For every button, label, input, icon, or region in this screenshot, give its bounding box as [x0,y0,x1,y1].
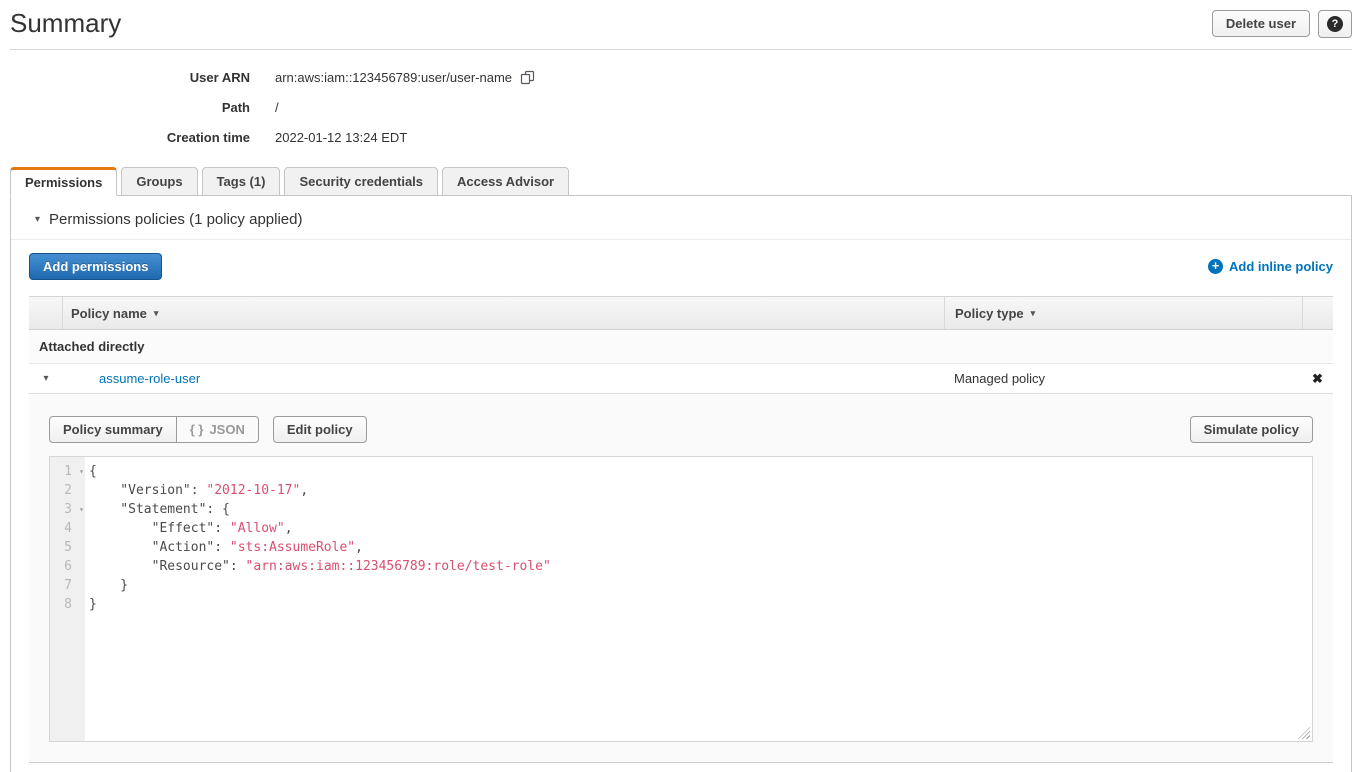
code-line: "Resource": "arn:aws:iam::123456789:role… [89,557,1312,576]
editor-code-area[interactable]: { "Version": "2012-10-17", "Statement": … [85,457,1312,741]
copy-icon[interactable] [520,70,535,85]
line-number: 4 [50,519,85,538]
header-actions: Delete user ? [1212,10,1352,38]
page-title: Summary [10,8,121,39]
remove-policy-icon[interactable]: ✖ [1312,371,1323,387]
edit-policy-button[interactable]: Edit policy [273,416,367,443]
row-expand-cell[interactable]: ▾ [29,373,63,384]
fold-icon[interactable]: ▾ [79,462,84,481]
tab-groups[interactable]: Groups [121,167,197,196]
page-header: Summary Delete user ? [0,0,1362,49]
policy-row-assume-role-user[interactable]: ▾ assume-role-user Managed policy ✖ [29,364,1333,393]
user-arn-value: arn:aws:iam::123456789:user/user-name [275,70,512,85]
help-icon: ? [1327,16,1343,32]
fold-icon[interactable]: ▾ [79,500,84,519]
policy-name-column-header[interactable]: Policy name ▾ [63,297,944,329]
add-inline-policy-label: Add inline policy [1229,259,1333,274]
permissions-policies-section-header[interactable]: ▾ Permissions policies (1 policy applied… [11,196,1351,240]
summary-fields: User ARN arn:aws:iam::123456789:user/use… [0,70,1362,145]
sort-caret-icon: ▾ [154,308,159,319]
code-line: "Statement": { [89,500,1312,519]
line-number: 2 [50,481,85,500]
add-permissions-button[interactable]: Add permissions [29,253,162,280]
code-line: } [89,595,1312,614]
code-line: { [89,462,1312,481]
delete-user-button[interactable]: Delete user [1212,10,1310,37]
line-number: 3▾ [50,500,85,519]
policy-name-link[interactable]: assume-role-user [99,371,200,386]
tab-bar: Permissions Groups Tags (1) Security cre… [10,167,1362,196]
sort-caret-icon: ▾ [1031,308,1036,319]
line-number: 7 [50,576,85,595]
code-line: "Version": "2012-10-17", [89,481,1312,500]
permissions-tab-panel: ▾ Permissions policies (1 policy applied… [10,195,1352,772]
plus-circle-icon: + [1208,259,1223,274]
field-row-user-arn: User ARN arn:aws:iam::123456789:user/use… [0,70,1362,85]
add-inline-policy-link[interactable]: + Add inline policy [1208,259,1333,274]
header-remove-cell [1302,297,1333,329]
editor-line-number-gutter: 1▾ 2 3▾ 4 5 6 7 8 [50,457,85,741]
policy-name-header-label: Policy name [71,306,147,321]
json-view-button[interactable]: { } JSON [176,416,259,443]
policy-json-editor[interactable]: 1▾ 2 3▾ 4 5 6 7 8 { "Version": "2012-10-… [49,456,1313,742]
code-line: } [89,576,1312,595]
json-button-label: JSON [209,422,244,437]
policy-type-header-label: Policy type [955,306,1024,321]
field-row-path: Path / [0,100,1362,115]
tab-security-credentials[interactable]: Security credentials [284,167,438,196]
policy-view-button-group: Policy summary { } JSON [49,416,259,443]
tab-access-advisor[interactable]: Access Advisor [442,167,569,196]
line-number: 1▾ [50,462,85,481]
attached-directly-group-row: Attached directly [29,330,1333,364]
section-collapse-icon: ▾ [35,214,40,225]
remove-policy-cell: ✖ [1302,371,1333,387]
line-number: 5 [50,538,85,557]
field-row-creation-time: Creation time 2022-01-12 13:24 EDT [0,130,1362,145]
code-line: "Effect": "Allow", [89,519,1312,538]
creation-time-value: 2022-01-12 13:24 EDT [275,130,407,145]
section-title: Permissions policies (1 policy applied) [49,211,302,228]
simulate-policy-button[interactable]: Simulate policy [1190,416,1313,443]
tab-tags[interactable]: Tags (1) [202,167,281,196]
user-arn-label: User ARN [0,70,250,85]
policy-table-header: Policy name ▾ Policy type ▾ [29,296,1333,330]
help-button[interactable]: ? [1318,10,1352,38]
policy-type-cell: Managed policy [944,371,1302,386]
path-value: / [275,100,279,115]
path-label: Path [0,100,250,115]
header-divider [10,49,1352,50]
braces-icon: { } [190,422,204,437]
row-expand-icon: ▾ [43,373,48,384]
tab-permissions[interactable]: Permissions [10,167,117,196]
header-caret-cell [29,297,63,329]
policy-detail-panel: Policy summary { } JSON Edit policy Simul… [29,393,1333,763]
line-number: 6 [50,557,85,576]
policy-detail-toolbar: Policy summary { } JSON Edit policy Simul… [49,416,1313,443]
policy-type-column-header[interactable]: Policy type ▾ [944,297,1302,329]
code-line: "Action": "sts:AssumeRole", [89,538,1312,557]
line-number: 8 [50,595,85,614]
policy-view-controls: Policy summary { } JSON Edit policy [49,416,367,443]
policy-table: Policy name ▾ Policy type ▾ Attached dir… [29,296,1333,763]
policy-summary-button[interactable]: Policy summary [49,416,177,443]
policy-name-cell: assume-role-user [63,371,944,386]
creation-time-label: Creation time [0,130,250,145]
policy-actions-row: Add permissions + Add inline policy [11,240,1351,296]
user-arn-value-wrap: arn:aws:iam::123456789:user/user-name [275,70,535,85]
